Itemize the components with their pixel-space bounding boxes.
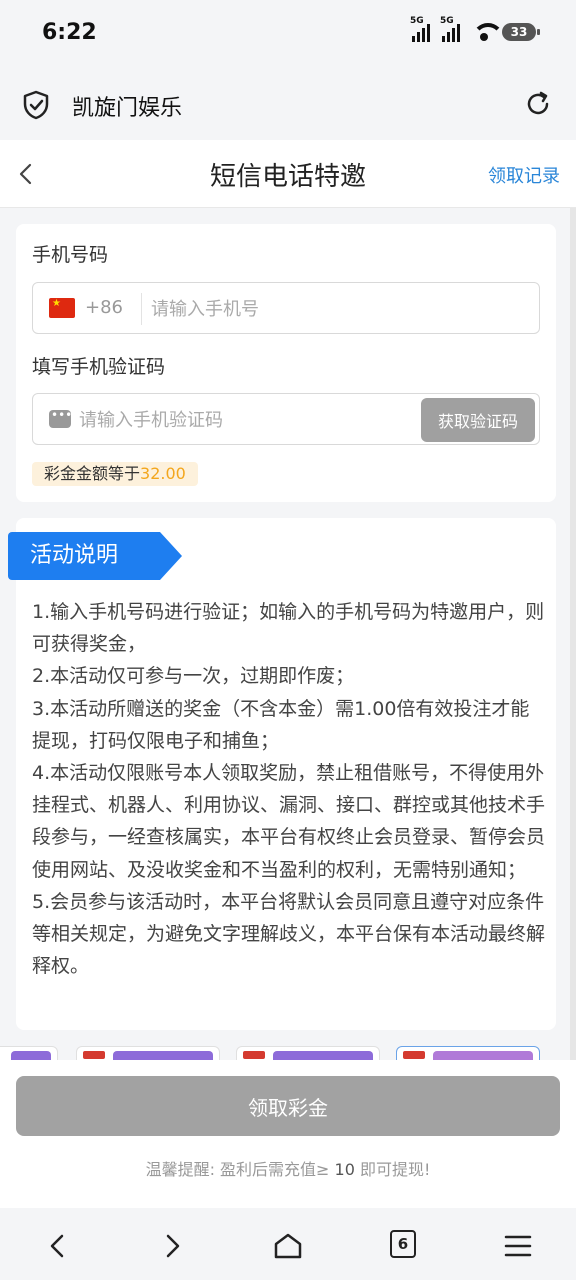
withdraw-reminder: 温馨提醒: 盈利后需充值≥ 10 即可提现!	[0, 1156, 576, 1180]
forward-icon[interactable]	[156, 1230, 188, 1262]
bonus-amount: 32.00	[140, 464, 186, 483]
wifi-icon	[472, 23, 504, 41]
signal-label: 5G	[410, 16, 424, 26]
status-bar: 6:22 5G 5G 33	[0, 0, 576, 70]
code-field[interactable]: 获取验证码	[32, 393, 540, 445]
tabs-icon[interactable]: 6	[390, 1230, 416, 1258]
rule-item: 3.本活动所赠送的奖金（不含本金）需1.00倍有效投注才能提现，打码仅限电子和捕…	[32, 697, 530, 752]
scrollbar[interactable]	[570, 208, 576, 1060]
menu-icon[interactable]	[502, 1230, 534, 1262]
rule-item: 1.输入手机号码进行验证；如输入的手机号码为特邀用户，则可获得奖金，	[32, 601, 545, 656]
claim-bonus-button[interactable]: 领取彩金	[16, 1076, 560, 1136]
divider	[141, 293, 142, 325]
promo-banner-strip[interactable]	[0, 1046, 576, 1060]
verification-form-card: 手机号码 +86 填写手机验证码 获取验证码 彩金金额等于32.00	[16, 224, 556, 502]
country-code[interactable]: +86	[85, 297, 123, 318]
battery-icon: 33	[502, 23, 540, 41]
browser-bottom-nav: 6	[0, 1208, 576, 1280]
reminder-amount: 10	[334, 1160, 355, 1179]
browser-title[interactable]: 凯旋门娱乐	[72, 90, 182, 122]
status-icons: 5G 5G 33	[410, 16, 540, 42]
content-area[interactable]: 手机号码 +86 填写手机验证码 获取验证码 彩金金额等于32.00 活动说明 …	[0, 208, 576, 1060]
promo-banner-thumb[interactable]	[396, 1046, 540, 1060]
signal-icon: 5G	[410, 16, 430, 42]
reminder-suffix: 即可提现!	[354, 1160, 431, 1179]
bonus-prefix: 彩金金额等于	[44, 464, 141, 483]
message-icon	[49, 408, 72, 428]
phone-field[interactable]: +86	[32, 282, 540, 334]
china-flag-icon[interactable]	[49, 298, 75, 318]
home-icon[interactable]	[272, 1230, 304, 1262]
status-time: 6:22	[42, 20, 97, 45]
shield-check-icon[interactable]	[22, 90, 50, 120]
signal-label: 5G	[440, 16, 454, 26]
signal-icon: 5G	[440, 16, 460, 42]
rule-item: 5.会员参与该活动时，本平台将默认会员同意且遵守对应条件等相关规定，为避免文字理…	[32, 890, 546, 978]
rule-item: 4.本活动仅限账号本人领取奖励，禁止租借账号，不得使用外挂程式、机器人、利用协议…	[32, 762, 546, 881]
rules-title: 活动说明	[8, 532, 182, 580]
browser-bar: 凯旋门娱乐	[0, 70, 576, 140]
get-code-button[interactable]: 获取验证码	[421, 398, 535, 442]
promo-banner-thumb[interactable]	[76, 1046, 220, 1060]
rules-list: 1.输入手机号码进行验证；如输入的手机号码为特邀用户，则可获得奖金， 2.本活动…	[32, 596, 546, 982]
records-link[interactable]: 领取记录	[488, 162, 560, 188]
phone-label: 手机号码	[32, 244, 109, 266]
promo-banner-thumb[interactable]	[0, 1046, 58, 1060]
rules-card: 活动说明 1.输入手机号码进行验证；如输入的手机号码为特邀用户，则可获得奖金， …	[8, 518, 556, 1030]
back-icon[interactable]	[42, 1230, 74, 1262]
promo-banner-thumb[interactable]	[236, 1046, 380, 1060]
action-area: 领取彩金 温馨提醒: 盈利后需充值≥ 10 即可提现!	[0, 1060, 576, 1208]
phone-input[interactable]	[151, 291, 521, 327]
rule-item: 2.本活动仅可参与一次，过期即作废；	[32, 665, 355, 688]
bonus-amount-badge: 彩金金额等于32.00	[32, 462, 198, 486]
reminder-prefix: 温馨提醒: 盈利后需充值≥	[145, 1160, 335, 1179]
page-header: 短信电话特邀 领取记录	[0, 140, 576, 208]
code-input[interactable]	[79, 402, 409, 438]
refresh-icon[interactable]	[524, 90, 552, 118]
code-label: 填写手机验证码	[32, 356, 166, 378]
